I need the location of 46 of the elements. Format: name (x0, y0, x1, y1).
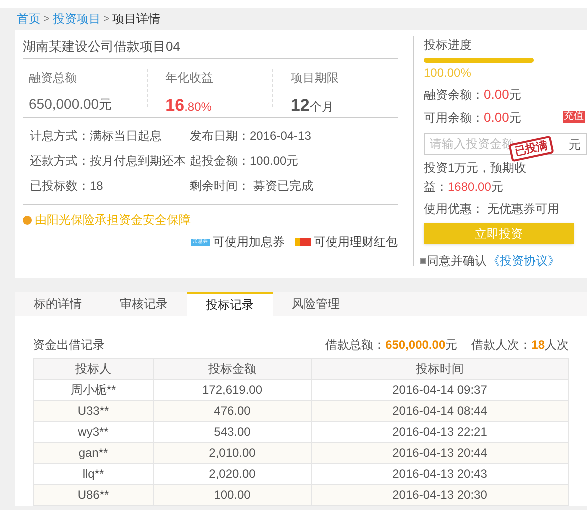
stat-value: 650,000.00元 (29, 95, 114, 114)
unit-text: 元 (569, 137, 581, 154)
progress-percent: 100.00% (424, 65, 472, 82)
perk-text: 可使用理财红包 (314, 234, 398, 251)
column-header: 投标金额 (154, 358, 312, 380)
stat-value: 16.80% (166, 95, 213, 117)
detail-text: 发布日期：2016-04-13 (190, 128, 312, 145)
guarantee-text: 由阳光保险承担资金安全保障 (35, 212, 191, 229)
investor-count-text: 借款人次：18人次 (472, 337, 569, 354)
balance-text: 可用余额：0.00元 (424, 108, 522, 126)
agreement-link[interactable]: 《投资协议》 (488, 252, 560, 270)
stat-label: 融资总额 (29, 70, 78, 87)
table-cell: 2016-04-13 20:30 (312, 484, 568, 506)
detail-text: 已投标数：18 (30, 178, 104, 195)
breadcrumb-link[interactable]: 投资项目 (52, 10, 101, 28)
column-header: 投标人 (34, 358, 154, 380)
total-amount-text: 借款总额：650,000.00元 (326, 337, 458, 354)
separator-text: > (104, 12, 110, 26)
breadcrumb-text: 项目详情 (112, 11, 161, 28)
stat-value: 12个月 (290, 95, 335, 117)
tab[interactable]: 风险管理 (273, 292, 359, 316)
stat-label: 项目期限 (290, 70, 340, 87)
detail-text: 还款方式：按月付息到期还本 (30, 153, 187, 170)
tab[interactable]: 审核记录 (101, 292, 187, 316)
stat-label: 年化收益 (166, 70, 215, 87)
table-cell: 100.00 (154, 484, 312, 506)
agree-text: 同意并确认 (427, 252, 487, 270)
records-title: 资金出借记录 (33, 337, 105, 354)
detail-text: 剩余时间： 募资已完成 (190, 178, 314, 195)
tab[interactable]: 标的详情 (15, 292, 101, 316)
progress-label: 投标进度 (424, 37, 473, 54)
separator-text: > (44, 12, 50, 26)
recharge-button[interactable]: 充值 (563, 111, 585, 124)
balance-text: 融资余额：0.00元 (424, 86, 522, 104)
table-cell: U86** (34, 484, 154, 506)
tab[interactable]: 投标记录 (187, 292, 273, 316)
perk-text: 可使用加息券 (213, 234, 285, 251)
detail-text: 计息方式：满标当日起息 (30, 128, 163, 145)
column-header: 投标时间 (312, 358, 568, 380)
envelope-icon (295, 238, 311, 246)
detail-text: 起投金额：100.00元 (190, 153, 300, 170)
expected-return-text: 投资1万元，预期收益：1680.00元 (424, 160, 528, 196)
project-title: 湖南某建设公司借款项目04 (23, 30, 398, 59)
agree-checkbox[interactable] (420, 258, 426, 264)
discount-text: 使用优惠： 无优惠券可用 (424, 201, 560, 218)
breadcrumb-link[interactable]: 首页 (17, 10, 41, 28)
